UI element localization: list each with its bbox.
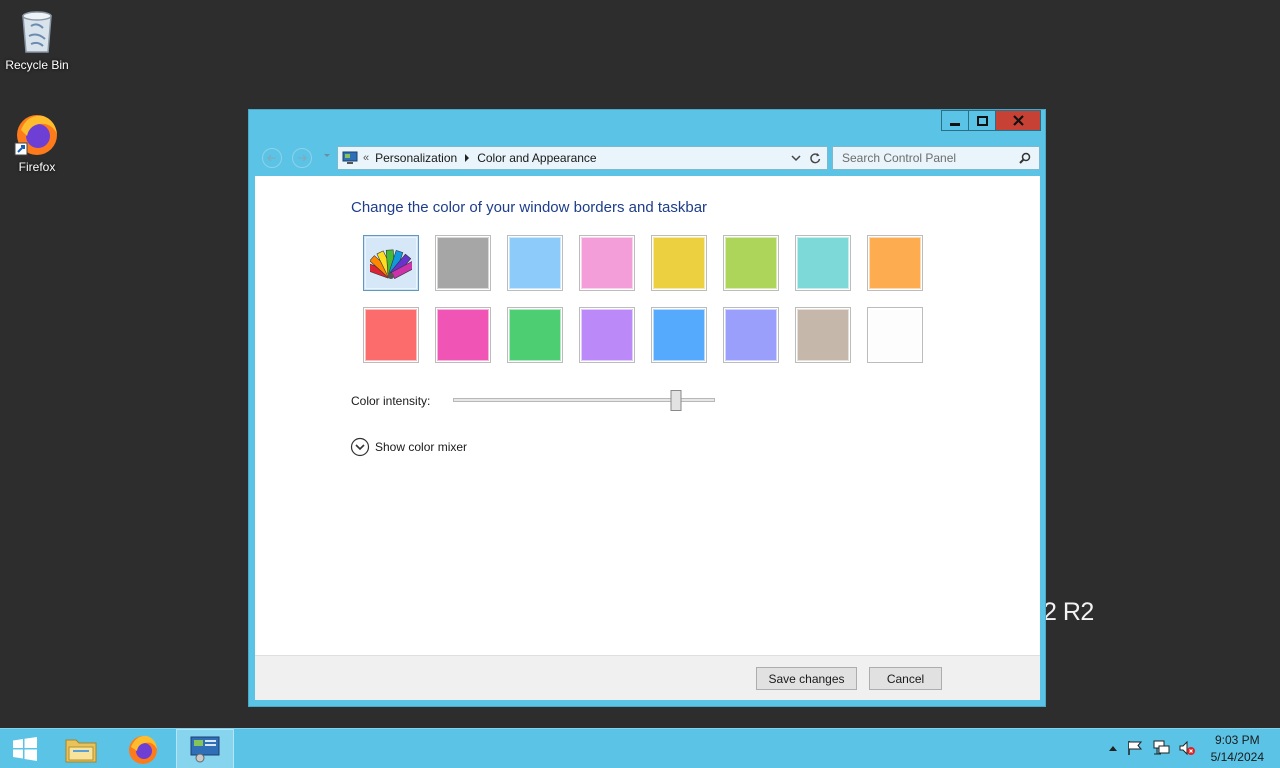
color-swatch-violet[interactable] bbox=[579, 307, 635, 363]
color-swatch-fill bbox=[653, 309, 705, 361]
color-swatch-magenta[interactable] bbox=[435, 307, 491, 363]
color-swatch-fill bbox=[509, 237, 561, 289]
page-title: Change the color of your window borders … bbox=[351, 199, 708, 216]
color-swatch-sky-blue[interactable] bbox=[507, 235, 563, 291]
taskbar: 9:03 PM 5/14/2024 bbox=[0, 728, 1280, 768]
back-button[interactable] bbox=[262, 148, 282, 168]
search-box[interactable] bbox=[832, 146, 1040, 170]
search-icon[interactable] bbox=[1019, 152, 1031, 164]
system-tray bbox=[1108, 740, 1196, 756]
forward-arrow-icon bbox=[298, 154, 308, 162]
firefox-shortcut[interactable]: Firefox bbox=[0, 110, 74, 174]
refresh-icon[interactable] bbox=[809, 152, 821, 164]
color-swatch-white[interactable] bbox=[867, 307, 923, 363]
flag-icon[interactable] bbox=[1126, 740, 1144, 756]
color-swatch-orange[interactable] bbox=[867, 235, 923, 291]
color-intensity-label: Color intensity: bbox=[351, 394, 431, 408]
navigation-bar: « Personalization Color and Appearance bbox=[249, 144, 1045, 172]
window-controls bbox=[941, 110, 1041, 131]
file-explorer-icon bbox=[65, 739, 97, 763]
color-swatch-sky-gray[interactable] bbox=[435, 235, 491, 291]
dialog-footer: Save changes Cancel bbox=[255, 655, 1040, 700]
color-swatch-grid bbox=[363, 235, 923, 363]
content-pane: Change the color of your window borders … bbox=[255, 176, 1040, 655]
close-button[interactable] bbox=[995, 110, 1041, 131]
chevron-down-icon[interactable] bbox=[791, 154, 801, 162]
breadcrumb-separator-icon[interactable] bbox=[464, 154, 470, 162]
start-button[interactable] bbox=[0, 729, 50, 768]
maximize-button[interactable] bbox=[968, 110, 996, 131]
color-swatch-fill bbox=[869, 309, 921, 361]
back-arrow-icon bbox=[266, 154, 276, 162]
breadcrumb-personalization[interactable]: Personalization bbox=[375, 151, 457, 165]
color-intensity-slider[interactable] bbox=[453, 390, 715, 411]
os-watermark-fragment: 2 R2 bbox=[1043, 598, 1094, 626]
cancel-button[interactable]: Cancel bbox=[869, 667, 942, 690]
close-icon bbox=[1012, 115, 1024, 126]
chevron-down-circle-icon bbox=[350, 437, 370, 457]
taskbar-control-panel[interactable] bbox=[176, 729, 234, 768]
color-swatch-fill bbox=[869, 237, 921, 289]
color-swatch-green[interactable] bbox=[507, 307, 563, 363]
color-swatch-lime[interactable] bbox=[723, 235, 779, 291]
color-swatch-fill bbox=[581, 237, 633, 289]
clock-date: 5/14/2024 bbox=[1210, 750, 1264, 764]
taskbar-file-explorer[interactable] bbox=[52, 729, 110, 768]
color-swatch-fill bbox=[365, 237, 417, 289]
address-overflow-chevron[interactable]: « bbox=[363, 152, 369, 164]
color-swatch-fill bbox=[725, 309, 777, 361]
color-swatch-fill bbox=[797, 309, 849, 361]
control-panel-icon bbox=[342, 151, 358, 164]
color-palette-fan-icon bbox=[370, 249, 412, 279]
color-swatch-red[interactable] bbox=[363, 307, 419, 363]
color-swatch-teal[interactable] bbox=[795, 235, 851, 291]
color-swatch-fill bbox=[365, 309, 417, 361]
taskbar-clock[interactable]: 9:03 PM 5/14/2024 bbox=[1211, 732, 1264, 766]
maximize-icon bbox=[976, 115, 988, 126]
firefox-label: Firefox bbox=[18, 160, 56, 174]
forward-button[interactable] bbox=[292, 148, 312, 168]
network-icon[interactable] bbox=[1152, 740, 1170, 756]
color-swatch-periwinkle[interactable] bbox=[723, 307, 779, 363]
color-swatch-fill bbox=[797, 237, 849, 289]
search-input[interactable] bbox=[833, 151, 1013, 165]
clock-time: 9:03 PM bbox=[1214, 733, 1260, 747]
color-swatch-fill bbox=[581, 309, 633, 361]
color-swatch-fill bbox=[437, 237, 489, 289]
taskbar-firefox[interactable] bbox=[114, 729, 172, 768]
color-appearance-window: « Personalization Color and Appearance C… bbox=[248, 109, 1046, 707]
chevron-up-icon[interactable] bbox=[1108, 744, 1118, 752]
color-swatch-fill bbox=[509, 309, 561, 361]
recent-locations-icon[interactable] bbox=[323, 153, 331, 159]
firefox-icon bbox=[14, 115, 57, 156]
breadcrumb-color-and-appearance[interactable]: Color and Appearance bbox=[477, 151, 596, 165]
recycle-bin-label: Recycle Bin bbox=[5, 58, 69, 72]
minimize-button[interactable] bbox=[941, 110, 969, 131]
color-swatch-fill bbox=[725, 237, 777, 289]
color-swatch-fill bbox=[437, 309, 489, 361]
color-swatch-yellow[interactable] bbox=[651, 235, 707, 291]
color-swatch-pink[interactable] bbox=[579, 235, 635, 291]
address-bar[interactable]: « Personalization Color and Appearance bbox=[337, 146, 828, 170]
firefox-icon bbox=[129, 735, 157, 764]
slider-thumb[interactable] bbox=[670, 390, 682, 411]
show-color-mixer-toggle[interactable]: Show color mixer bbox=[350, 437, 467, 457]
color-swatch-automatic[interactable] bbox=[363, 235, 419, 291]
recycle-bin-icon bbox=[22, 11, 52, 53]
show-color-mixer-label: Show color mixer bbox=[375, 440, 468, 454]
start-icon bbox=[13, 737, 37, 761]
speaker-muted-icon[interactable] bbox=[1178, 740, 1196, 756]
color-swatch-taupe[interactable] bbox=[795, 307, 851, 363]
color-swatch-fill bbox=[653, 237, 705, 289]
recycle-bin-shortcut[interactable]: Recycle Bin bbox=[0, 6, 74, 72]
control-panel-icon bbox=[190, 736, 220, 763]
save-changes-button[interactable]: Save changes bbox=[756, 667, 857, 690]
color-swatch-blue[interactable] bbox=[651, 307, 707, 363]
minimize-icon bbox=[950, 122, 960, 126]
